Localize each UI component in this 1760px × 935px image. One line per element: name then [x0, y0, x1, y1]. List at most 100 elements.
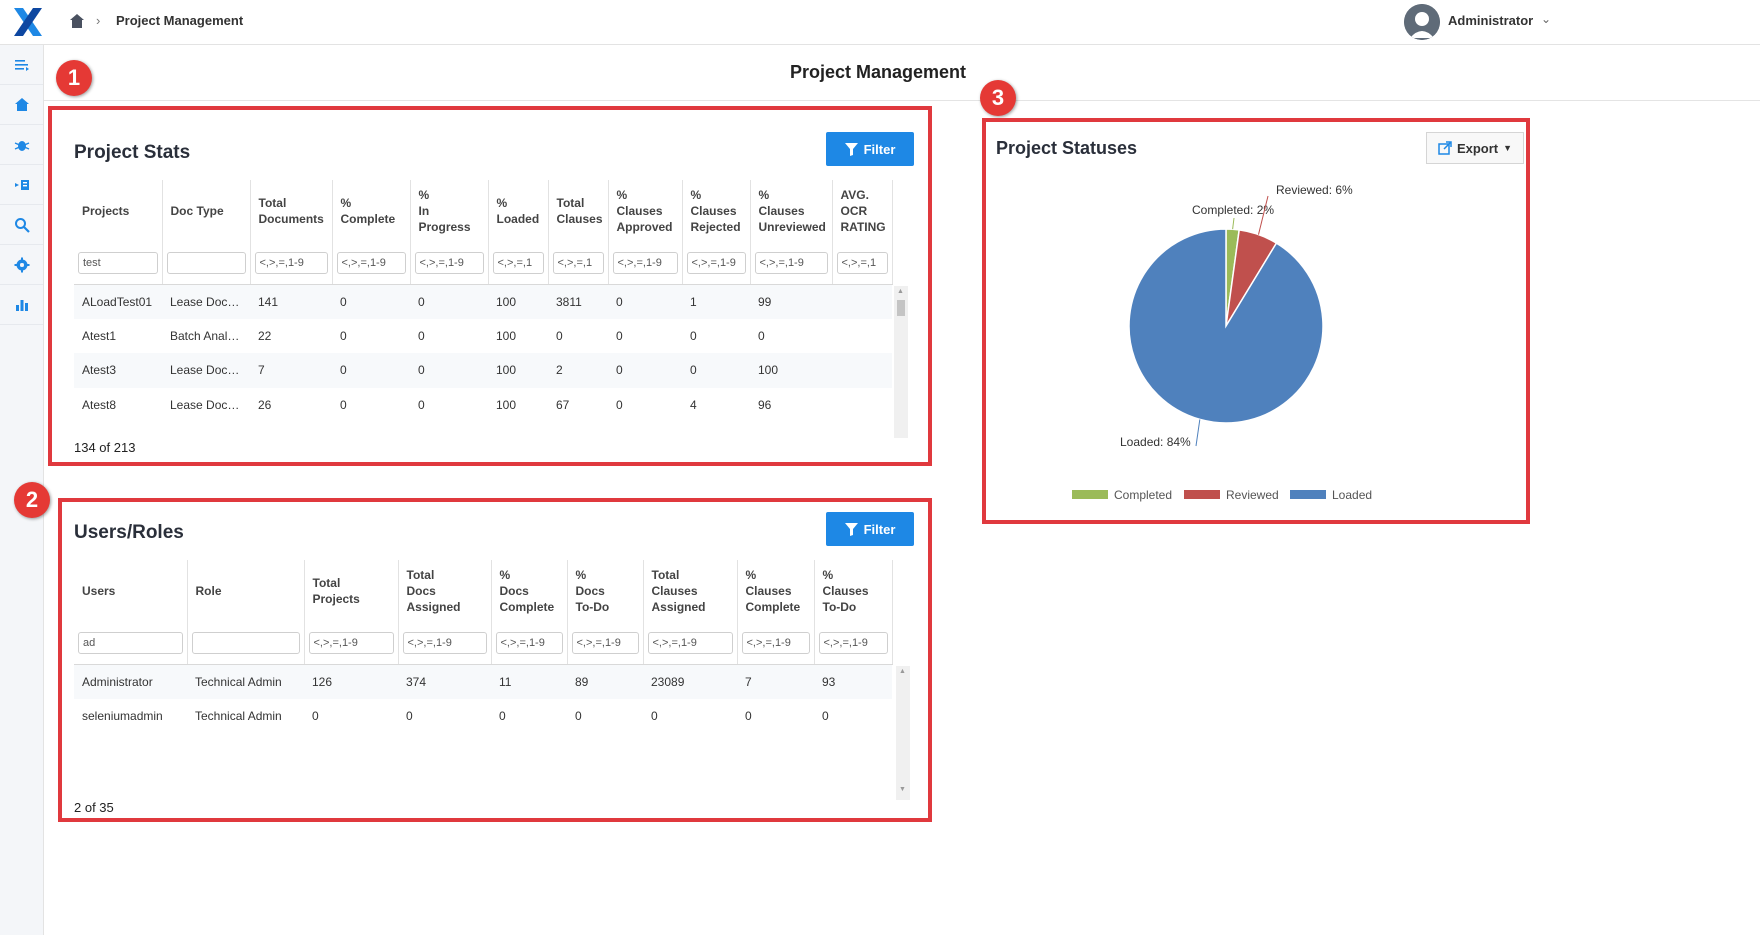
users-roles-filter-button[interactable]: Filter	[826, 512, 914, 546]
table-row[interactable]: Atest1 Batch Anal… 22 0 0 100 0 0 0 0	[74, 319, 892, 354]
home-icon[interactable]	[68, 12, 86, 30]
legend-label[interactable]: Reviewed	[1226, 488, 1279, 502]
column-filter-input[interactable]	[402, 631, 487, 654]
scroll-up-icon[interactable]: ▲	[897, 288, 904, 295]
breadcrumb-title[interactable]: Project Management	[116, 13, 243, 28]
column-filter-input[interactable]	[414, 251, 484, 274]
sidebar-item-import[interactable]	[0, 165, 43, 205]
column-header[interactable]: % Docs To-Do	[567, 560, 644, 622]
column-header-label: %	[496, 196, 508, 210]
column-filter-input[interactable]	[492, 251, 544, 274]
column-header[interactable]: AVG. OCR RATING	[832, 180, 893, 242]
sidebar-item-home[interactable]	[0, 85, 43, 125]
column-header-label: Role	[195, 584, 222, 598]
table-cell: 0	[406, 708, 413, 723]
column-header[interactable]: % Clauses Complete	[737, 560, 815, 622]
column-header[interactable]: % Clauses Rejected	[682, 180, 751, 242]
column-header[interactable]: Total Documents	[250, 180, 333, 242]
column-filter-input[interactable]	[78, 631, 183, 654]
column-filter-input[interactable]	[647, 631, 733, 654]
user-name[interactable]: Administrator	[1448, 13, 1533, 28]
column-header-label: Assigned	[406, 600, 461, 614]
column-filter-input[interactable]	[254, 251, 328, 274]
table-row[interactable]: Atest8 Lease Docu… 26 0 0 100 67 0 4 96	[74, 388, 892, 423]
filter-icon	[844, 522, 858, 536]
table-cell: 0	[499, 708, 506, 723]
scroll-down-icon[interactable]: ▼	[899, 786, 906, 793]
column-header[interactable]: Role	[187, 560, 305, 622]
filter-cell	[398, 622, 492, 665]
column-filter-input[interactable]	[754, 251, 828, 274]
scroll-thumb[interactable]	[897, 300, 905, 316]
users-roles-table: Users Role Total Projects Total Docs Assigned…	[74, 560, 893, 733]
column-filter-input[interactable]	[818, 631, 888, 654]
sidebar-item-settings[interactable]	[0, 245, 43, 285]
column-header[interactable]: % In Progress	[410, 180, 489, 242]
legend-swatch[interactable]	[1184, 490, 1220, 499]
column-filter-input[interactable]	[308, 631, 394, 654]
table-row[interactable]: seleniumadmin Technical Admin 0 0 0 0 0 0 0	[74, 699, 892, 734]
legend-swatch[interactable]	[1072, 490, 1108, 499]
column-header[interactable]: % Clauses Unreviewed	[750, 180, 833, 242]
sidebar-item-menu[interactable]	[0, 45, 43, 85]
column-header[interactable]: Total Clauses	[548, 180, 609, 242]
sidebar-item-reports[interactable]	[0, 285, 43, 325]
legend-swatch[interactable]	[1290, 490, 1326, 499]
column-header[interactable]: % Loaded	[488, 180, 549, 242]
column-header[interactable]: Total Clauses Assigned	[643, 560, 738, 622]
chevron-down-icon[interactable]: ⌄	[1541, 12, 1551, 26]
column-filter-input[interactable]	[836, 251, 888, 274]
filter-cell	[548, 242, 609, 285]
column-filter-input[interactable]	[686, 251, 746, 274]
column-header[interactable]: Total Projects	[304, 560, 399, 622]
column-filter-input[interactable]	[612, 251, 678, 274]
table-row[interactable]: Administrator Technical Admin 126 374 11 89 23…	[74, 664, 892, 699]
column-header[interactable]: Total Docs Assigned	[398, 560, 492, 622]
column-header[interactable]: % Clauses Approved	[608, 180, 683, 242]
table-cell: 26	[258, 397, 272, 412]
column-filter-input[interactable]	[191, 631, 300, 654]
filter-label: Filter	[863, 141, 896, 157]
column-header-label: Complete	[340, 212, 396, 226]
column-filter-input[interactable]	[166, 251, 246, 274]
bar-chart-icon	[15, 299, 28, 311]
filter-icon	[844, 142, 858, 156]
column-filter-input[interactable]	[336, 251, 406, 274]
column-header[interactable]: % Clauses To-Do	[814, 560, 893, 622]
filter-cell	[567, 622, 644, 665]
column-filter-input[interactable]	[552, 251, 604, 274]
table-cell: 0	[608, 284, 682, 319]
table-cell: Lease Docu…	[162, 353, 250, 388]
logo-x-icon[interactable]	[12, 6, 44, 38]
column-header[interactable]: Projects	[74, 180, 163, 242]
column-header-label: Rejected	[690, 220, 741, 234]
column-filter-input[interactable]	[741, 631, 810, 654]
table-cell: 96	[758, 397, 772, 412]
column-header[interactable]: % Complete	[332, 180, 411, 242]
column-filter-input[interactable]	[495, 631, 563, 654]
legend-label[interactable]: Completed	[1114, 488, 1172, 502]
table-row[interactable]: Atest3 Lease Docu… 7 0 0 100 2 0 0 100	[74, 353, 892, 388]
sidebar-item-bug[interactable]	[0, 125, 43, 165]
project-stats-filter-button[interactable]: Filter	[826, 132, 914, 166]
import-icon	[14, 179, 29, 190]
project-stats-scrollbar[interactable]: ▲	[894, 286, 908, 438]
column-filter-input[interactable]	[78, 251, 158, 274]
legend-label[interactable]: Loaded	[1332, 488, 1372, 502]
table-cell: 141	[250, 284, 332, 319]
users-roles-scrollbar[interactable]: ▲ ▼	[896, 666, 910, 800]
callout-1: 1	[56, 60, 92, 96]
filter-cell	[832, 242, 893, 285]
column-header[interactable]: Users	[74, 560, 188, 622]
column-header[interactable]: % Docs Complete	[491, 560, 568, 622]
avatar[interactable]	[1404, 4, 1440, 40]
table-row[interactable]: ALoadTest01 Lease Docu… 141 0 0 100 3811 0 1 99	[74, 284, 892, 319]
column-header[interactable]: Doc Type	[162, 180, 251, 242]
column-header-label: %	[745, 568, 757, 582]
column-header-label: To-Do	[822, 600, 857, 614]
column-filter-input[interactable]	[571, 631, 639, 654]
sidebar-item-search[interactable]	[0, 205, 43, 245]
scroll-up-icon[interactable]: ▲	[899, 668, 906, 675]
pie-slice-loaded[interactable]	[1128, 228, 1324, 424]
column-header-label: Users	[82, 584, 116, 598]
